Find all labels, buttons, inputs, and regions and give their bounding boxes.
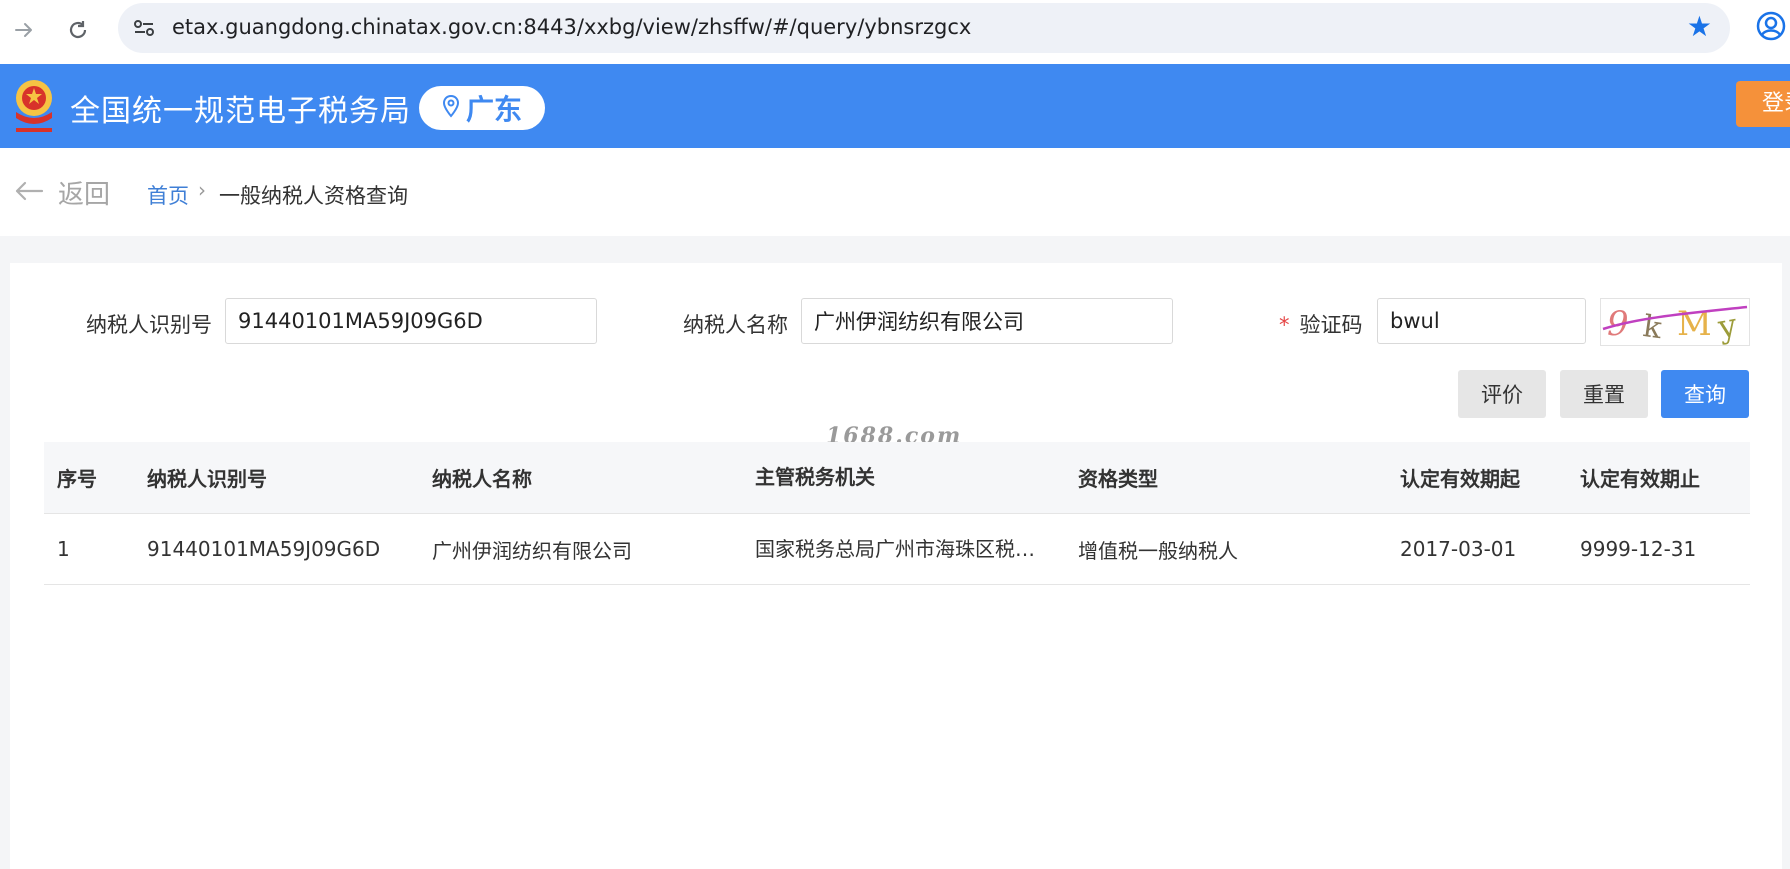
table-cell: 9999-12-31	[1580, 537, 1697, 561]
table-cell: 91440101MA59J09G6D	[147, 537, 381, 561]
breadcrumb-separator: ›	[198, 178, 206, 202]
results-table: 序号 纳税人识别号 纳税人名称 主管税务机关 资格类型 认定有效期起 认定有效期…	[44, 442, 1750, 585]
back-button[interactable]: 返回	[14, 174, 110, 211]
site-title[interactable]: 全国统一规范电子税务局	[70, 86, 411, 130]
required-mark: *	[1279, 313, 1290, 337]
table-cell: 2017-03-01	[1400, 537, 1517, 561]
address-bar[interactable]: etax.guangdong.chinatax.gov.cn:8443/xxbg…	[118, 3, 1730, 53]
bookmark-star-icon[interactable]: ★	[1687, 12, 1712, 42]
column-header: 认定有效期止	[1580, 467, 1700, 491]
taxpayer-name-label: 纳税人名称	[683, 313, 788, 337]
table-cell: 1	[57, 537, 70, 561]
table-cell: 国家税务总局广州市海珠区税务局	[755, 537, 1051, 561]
captcha-label: * 验证码	[1279, 309, 1363, 339]
captcha-char-2: k	[1641, 309, 1665, 345]
column-header: 纳税人识别号	[147, 467, 267, 491]
taxpayer-name-input[interactable]	[801, 298, 1173, 344]
query-button[interactable]: 查询	[1661, 370, 1749, 418]
column-header: 序号	[57, 467, 97, 491]
captcha-label-text: 验证码	[1299, 313, 1363, 337]
breadcrumb: 返回 首页 › 一般纳税人资格查询	[0, 148, 1790, 236]
region-label: 广东	[465, 93, 522, 126]
back-arrow-icon	[14, 178, 44, 208]
breadcrumb-current: 一般纳税人资格查询	[219, 184, 408, 208]
breadcrumb-home-link[interactable]: 首页	[147, 180, 189, 210]
captcha-char-4: y	[1714, 306, 1739, 345]
site-settings-icon[interactable]	[132, 16, 156, 44]
region-selector[interactable]: 广东	[419, 86, 545, 130]
browser-toolbar: etax.guangdong.chinatax.gov.cn:8443/xxbg…	[0, 0, 1790, 64]
table-header: 序号 纳税人识别号 纳税人名称 主管税务机关 资格类型 认定有效期起 认定有效期…	[44, 442, 1750, 514]
forward-icon[interactable]	[6, 12, 42, 48]
reset-button[interactable]: 重置	[1560, 370, 1648, 418]
taxpayer-id-input[interactable]	[225, 298, 597, 344]
reload-icon[interactable]	[60, 12, 96, 48]
captcha-input[interactable]	[1377, 298, 1586, 344]
captcha-char-3: M	[1677, 304, 1712, 344]
url-text[interactable]: etax.guangdong.chinatax.gov.cn:8443/xxbg…	[172, 15, 971, 39]
login-button[interactable]: 登录	[1736, 81, 1790, 127]
back-label: 返回	[58, 180, 111, 210]
table-row[interactable]: 1 91440101MA59J09G6D 广州伊润纺织有限公司 国家税务总局广州…	[44, 514, 1750, 585]
taxpayer-id-label: 纳税人识别号	[86, 313, 212, 337]
column-header: 主管税务机关	[755, 465, 875, 489]
table-cell: 增值税一般纳税人	[1078, 538, 1238, 563]
column-header: 认定有效期起	[1400, 467, 1520, 491]
captcha-image[interactable]: 9 k M y	[1600, 298, 1750, 346]
location-pin-icon	[442, 94, 460, 122]
column-header: 资格类型	[1078, 467, 1158, 491]
table-cell: 广州伊润纺织有限公司	[432, 538, 632, 563]
site-header: 全国统一规范电子税务局 广东 登录	[0, 64, 1790, 148]
profile-icon[interactable]	[1755, 10, 1787, 46]
tax-emblem-logo	[8, 74, 60, 138]
evaluate-button[interactable]: 评价	[1458, 370, 1546, 418]
column-header: 纳税人名称	[432, 467, 532, 491]
